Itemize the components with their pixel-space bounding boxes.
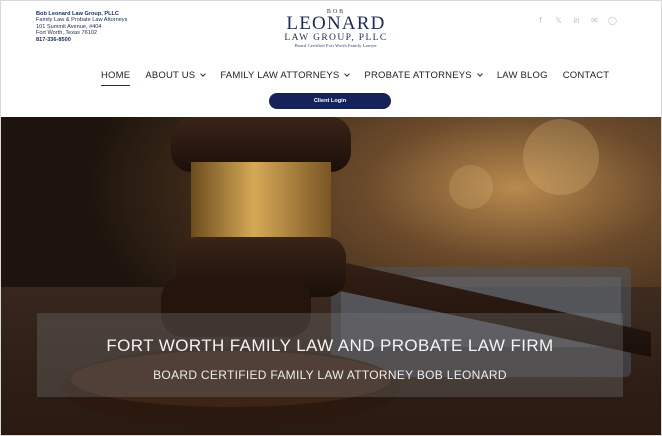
client-login-button[interactable]: Client Login bbox=[269, 93, 391, 109]
chevron-down-icon bbox=[476, 71, 483, 77]
phone-link[interactable]: 817-336-8500 bbox=[36, 37, 127, 43]
site-header: Bob Leonard Law Group, PLLC Family Law &… bbox=[1, 1, 661, 117]
nav-contact-label: CONTACT bbox=[562, 70, 610, 81]
hero-title: FORT WORTH FAMILY LAW AND PROBATE LAW FI… bbox=[106, 336, 554, 355]
chevron-down-icon bbox=[200, 71, 207, 77]
logo-tagline: Board Certified Fort Worth Family Lawyer bbox=[294, 43, 378, 48]
nav-contact[interactable]: CONTACT bbox=[563, 70, 610, 81]
nav-about-label: ABOUT US bbox=[145, 70, 196, 81]
nav-about[interactable]: ABOUT US bbox=[145, 70, 207, 81]
nav-home-label: HOME bbox=[101, 70, 131, 81]
nav-family-label: FAMILY LAW ATTORNEYS bbox=[220, 70, 340, 81]
x-icon[interactable]: 𝕏 bbox=[554, 16, 563, 25]
mail-icon[interactable]: ✉ bbox=[590, 16, 599, 25]
contact-info: Bob Leonard Law Group, PLLC Family Law &… bbox=[36, 11, 127, 43]
facebook-icon[interactable]: f bbox=[536, 16, 545, 25]
social-links: f 𝕏 in ✉ ◯ bbox=[536, 16, 617, 25]
main-nav: HOME ABOUT US FAMILY LAW ATTORNEYS PROBA… bbox=[101, 70, 624, 86]
nav-home[interactable]: HOME bbox=[101, 70, 131, 86]
nav-probate-label: PROBATE ATTORNEYS bbox=[364, 70, 472, 81]
logo-group: LAW GROUP, PLLC bbox=[284, 33, 388, 43]
practice-line: Family Law & Probate Law Attorneys bbox=[36, 17, 128, 24]
logo-last-name: LEONARD bbox=[286, 13, 386, 34]
chevron-down-icon bbox=[344, 71, 351, 77]
whatsapp-icon[interactable]: ◯ bbox=[608, 16, 617, 25]
nav-blog[interactable]: LAW BLOG bbox=[497, 70, 548, 81]
nav-family-law[interactable]: FAMILY LAW ATTORNEYS bbox=[220, 70, 351, 81]
nav-probate[interactable]: PROBATE ATTORNEYS bbox=[364, 70, 483, 81]
nav-blog-label: LAW BLOG bbox=[496, 70, 548, 81]
linkedin-icon[interactable]: in bbox=[572, 16, 581, 25]
site-logo[interactable]: BOB LEONARD LAW GROUP, PLLC Board Certif… bbox=[277, 9, 395, 51]
hero-subtitle: BOARD CERTIFIED FAMILY LAW ATTORNEY BOB … bbox=[153, 368, 507, 382]
page-frame: Bob Leonard Law Group, PLLC Family Law &… bbox=[0, 0, 662, 436]
